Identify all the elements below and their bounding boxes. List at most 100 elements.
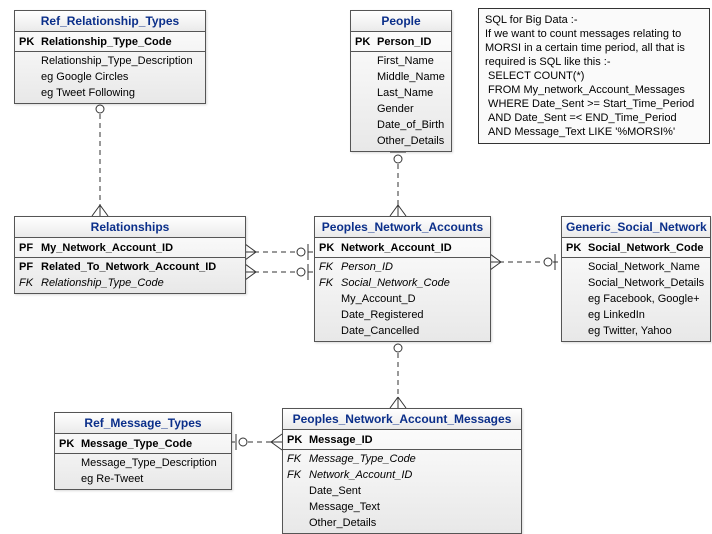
note-line: required is SQL like this :- [485, 55, 703, 69]
key-col [355, 118, 377, 132]
attr-name: My_Account_D [341, 292, 486, 306]
attr-name: My_Network_Account_ID [41, 241, 241, 255]
attr-name: Last_Name [377, 86, 447, 100]
attr-name: Social_Network_Details [588, 276, 706, 290]
key-col: FK [319, 276, 341, 290]
attr-name: Middle_Name [377, 70, 447, 84]
entity-row: eg LinkedIn [562, 307, 710, 323]
key-col [19, 54, 41, 68]
note-line: WHERE Date_Sent >= Start_Time_Period [485, 97, 703, 111]
key-col: FK [287, 468, 309, 482]
attr-name: Message_Text [309, 500, 517, 514]
entity-row: FKSocial_Network_Code [315, 275, 490, 291]
entity-row: PKMessage_ID [283, 432, 521, 448]
entity-row: My_Account_D [315, 291, 490, 307]
attr-name: Relationship_Type_Code [41, 35, 201, 49]
divider [15, 51, 205, 52]
entity-row: eg Google Circles [15, 69, 205, 85]
sql-note-box: SQL for Big Data :- If we want to count … [478, 8, 710, 144]
attr-name: eg Google Circles [41, 70, 201, 84]
note-line: AND Date_Sent =< END_Time_Period [485, 111, 703, 125]
note-line: MORSI in a certain time period, all that… [485, 41, 703, 55]
entity-body: PKPerson_ID First_NameMiddle_Name Last_Nam… [351, 32, 451, 151]
attr-name: Social_Network_Code [341, 276, 486, 290]
attr-name: Message_ID [309, 433, 517, 447]
attr-name: Other_Details [309, 516, 517, 530]
entity-row: PKSocial_Network_Code [562, 240, 710, 256]
entity-title: Generic_Social_Network [562, 217, 710, 238]
entity-body: PKMessage_Type_CodeMessage_Type_Descript… [55, 434, 231, 489]
key-col: PK [566, 241, 588, 255]
divider [315, 257, 490, 258]
divider [55, 453, 231, 454]
attr-name: Related_To_Network_Account_ID [41, 260, 241, 274]
entity-row: Date_of_Birth [351, 117, 451, 133]
key-col: FK [19, 276, 41, 290]
entity-row: Gender [351, 101, 451, 117]
key-col: FK [319, 260, 341, 274]
key-col [319, 324, 341, 338]
entity-row: PKRelationship_Type_Code [15, 34, 205, 50]
entity-row: FKNetwork_Account_ID [283, 467, 521, 483]
attr-name: eg LinkedIn [588, 308, 706, 322]
divider [283, 449, 521, 450]
key-col [319, 292, 341, 306]
attr-name: Relationship_Type_Description [41, 54, 201, 68]
attr-name: Relationship_Type_Code [41, 276, 241, 290]
attr-name: Date_Cancelled [341, 324, 486, 338]
attr-name: Network_Account_ID [309, 468, 517, 482]
key-col [566, 324, 588, 338]
entity-row: eg Tweet Following [15, 85, 205, 101]
key-col [287, 516, 309, 530]
attr-name: Message_Type_Description [81, 456, 227, 470]
key-col [355, 54, 377, 68]
key-col: PK [59, 437, 81, 451]
entity-title: Relationships [15, 217, 245, 238]
key-col [355, 70, 377, 84]
entity-row: eg Re-Tweet [55, 471, 231, 487]
entity-row: PKNetwork_Account_ID [315, 240, 490, 256]
entity-row: Middle_Name [351, 69, 451, 85]
entity-row: First_Name [351, 53, 451, 69]
entity-row: PFRelated_To_Network_Account_ID [15, 259, 245, 275]
key-col [19, 70, 41, 84]
key-col [59, 472, 81, 486]
entity-row: Other_Details [283, 515, 521, 531]
key-col [319, 308, 341, 322]
note-line: FROM My_network_Account_Messages [485, 83, 703, 97]
entity-row: Date_Registered [315, 307, 490, 323]
attr-name: eg Facebook, Google+ [588, 292, 706, 306]
entity-people: People PKPerson_ID First_NameMiddle_Name L… [350, 10, 452, 152]
entity-row: FKRelationship_Type_Code [15, 275, 245, 291]
entity-row: PFMy_Network_Account_ID [15, 240, 245, 256]
entity-title: People [351, 11, 451, 32]
attr-name: eg Re-Tweet [81, 472, 227, 486]
entity-body: PKNetwork_Account_ID FKPerson_IDFKSocial_… [315, 238, 490, 341]
entity-row: eg Twitter, Yahoo [562, 323, 710, 339]
attr-name: Message_Type_Code [309, 452, 517, 466]
entity-title: Peoples_Network_Accounts [315, 217, 490, 238]
entity-peoples-network-accounts: Peoples_Network_Accounts PKNetwork_Accou… [314, 216, 491, 342]
attr-name: Person_ID [341, 260, 486, 274]
key-col: PK [287, 433, 309, 447]
entity-generic-social-network: Generic_Social_Network PKSocial_Network_… [561, 216, 711, 342]
attr-name: Date_Registered [341, 308, 486, 322]
note-line: AND Message_Text LIKE '%MORSI%' [485, 125, 703, 139]
key-col [566, 308, 588, 322]
entity-relationships: Relationships PFMy_Network_Account_ID PFR… [14, 216, 246, 294]
key-col: PK [355, 35, 377, 49]
divider [15, 257, 245, 258]
key-col [566, 276, 588, 290]
attr-name: Date_of_Birth [377, 118, 447, 132]
entity-row: FKMessage_Type_Code [283, 451, 521, 467]
entity-ref-relationship-types: Ref_Relationship_Types PKRelationship_Ty… [14, 10, 206, 104]
attr-name: Network_Account_ID [341, 241, 486, 255]
attr-name: Other_Details [377, 134, 447, 148]
attr-name: eg Tweet Following [41, 86, 201, 100]
attr-name: Person_ID [377, 35, 447, 49]
attr-name: Social_Network_Name [588, 260, 706, 274]
key-col [566, 292, 588, 306]
key-col [355, 102, 377, 116]
attr-name: eg Twitter, Yahoo [588, 324, 706, 338]
key-col [355, 134, 377, 148]
